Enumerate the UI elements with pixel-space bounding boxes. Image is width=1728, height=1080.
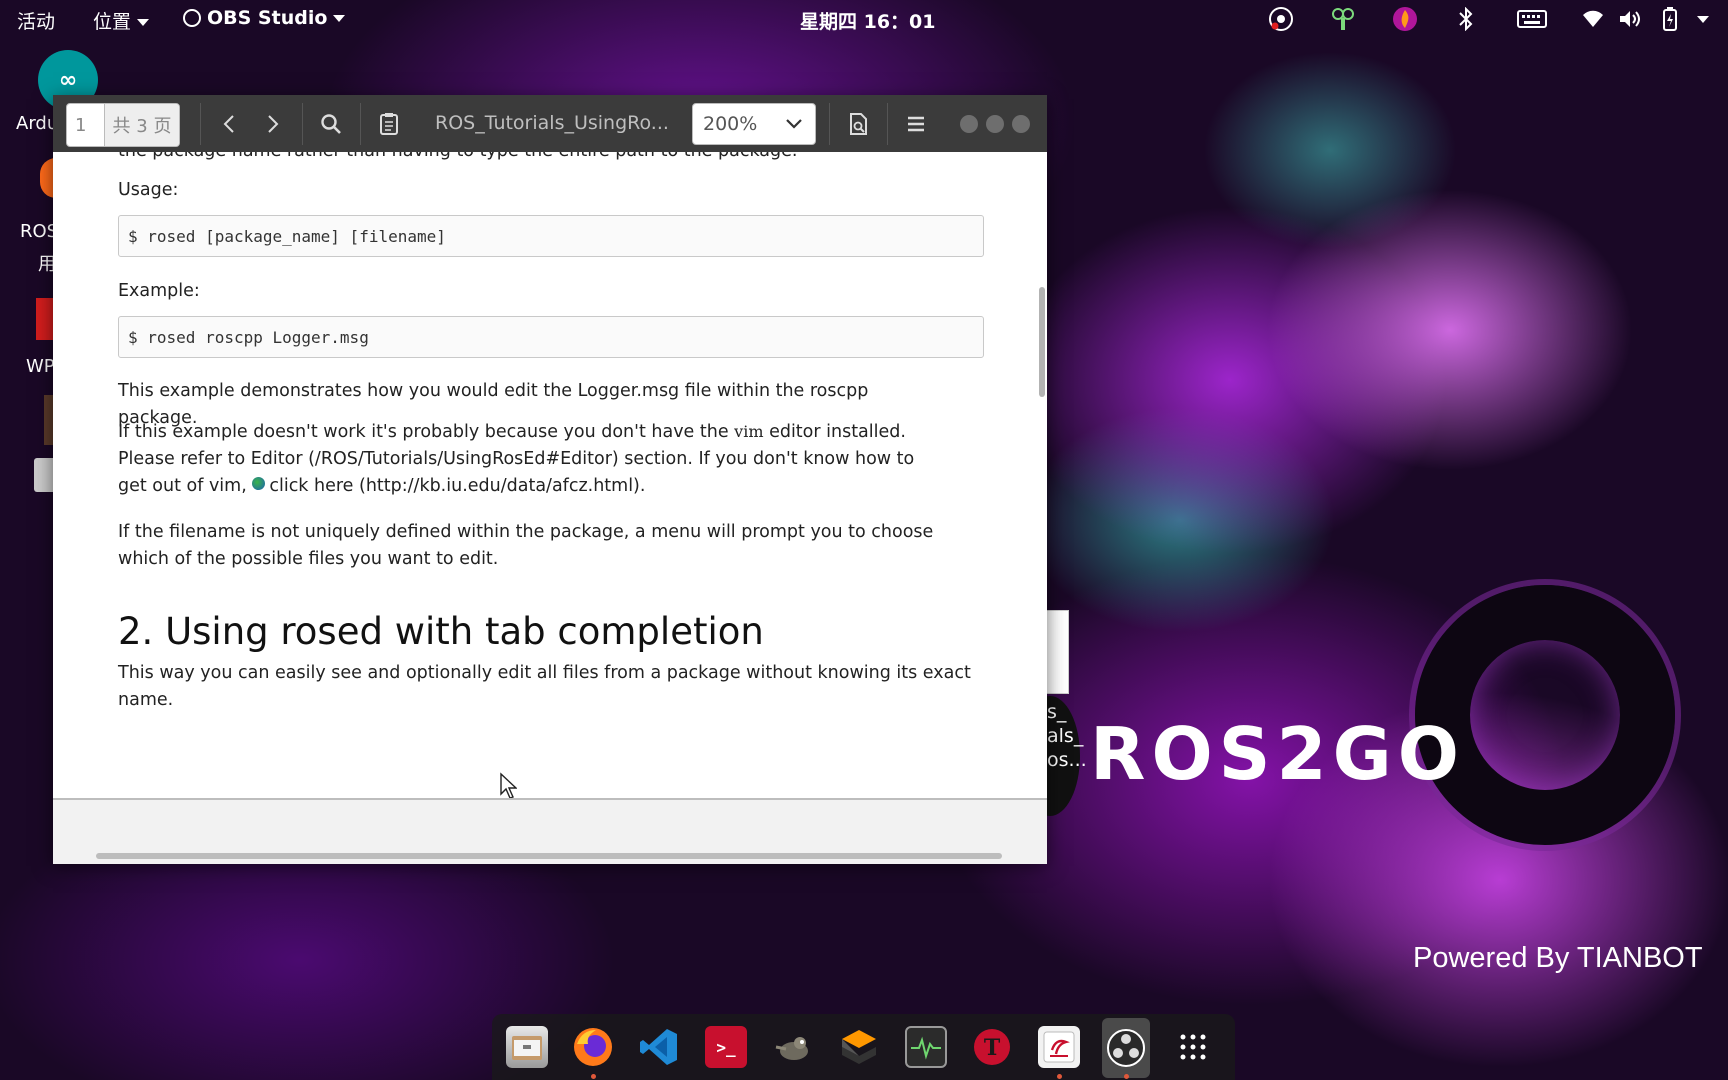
volume-icon[interactable] [1617,6,1643,32]
wps-icon[interactable] [36,298,54,340]
main-menu-button[interactable] [894,103,938,145]
zoom-value: 200% [703,113,758,135]
external-link[interactable]: click here (http://kb.iu.edu/data/afcz.h… [269,476,645,496]
example-label: Example: [118,281,200,301]
network-tray-icon[interactable] [1330,6,1356,32]
desktop-icon-label: Ardu [16,113,59,134]
page-selector[interactable]: 1 共 3 页 [66,103,180,147]
section-heading: 2. Using rosed with tab completion [118,610,764,653]
search-button[interactable] [309,103,353,145]
firefox-icon[interactable] [572,1026,614,1068]
activities-button[interactable]: 活动 [17,7,55,34]
zoom-select[interactable]: 200% [692,103,816,145]
desktop-document-icon[interactable] [34,458,54,492]
minimize-button[interactable] [960,115,978,133]
desktop-file-label: s_ als_ os... [1047,701,1087,771]
keyboard-icon[interactable] [1515,6,1549,32]
globe-icon [252,477,266,490]
chevron-left-icon [223,115,234,133]
desktop-icon-label: WP [26,356,55,377]
battery-icon[interactable] [1657,6,1683,32]
separator [360,103,361,145]
terminal-prompt-glyph: >_ [716,1037,736,1057]
annotations-button[interactable] [836,103,880,145]
horizontal-scrollbar[interactable] [96,853,1002,859]
chevron-down-icon [1697,15,1709,23]
obs-studio-icon[interactable] [1102,1018,1150,1078]
vscode-icon[interactable] [638,1026,680,1068]
page-number-input[interactable]: 1 [67,104,105,146]
system-menu[interactable] [1690,6,1716,32]
obs-icon [183,9,201,27]
paragraph: This way you can easily see and optional… [118,663,971,710]
powered-by-text: Powered By TIANBOT [1413,942,1703,974]
previous-page-button[interactable] [207,103,251,145]
header-bar: 1 共 3 页 ROS_Tutorials_UsingRo... 200% [53,95,1047,153]
bluetooth-icon[interactable] [1453,6,1479,32]
sublime-text-icon[interactable] [838,1026,880,1068]
running-indicator [1057,1074,1062,1079]
sidebar-toggle-button[interactable] [367,103,411,145]
document-title: ROS_Tutorials_UsingRo... [435,112,669,134]
app-menu-label: OBS Studio [207,7,328,29]
gimp-icon[interactable] [771,1026,813,1068]
app-menu[interactable]: OBS Studio [183,7,346,29]
next-page-button[interactable] [251,103,295,145]
system-monitor-icon[interactable] [905,1026,947,1068]
typora-icon[interactable]: T [971,1026,1013,1068]
document-viewer-window: 1 共 3 页 ROS_Tutorials_UsingRo... 200% Us… [53,95,1047,864]
maximize-button[interactable] [986,115,1004,133]
running-indicator [591,1074,596,1079]
top-bar: 活动 位置 OBS Studio 星期四 16：01 [0,0,1728,38]
grid-icon [1180,1034,1206,1060]
obs-tray-icon[interactable] [1268,6,1294,32]
file-manager-icon[interactable] [506,1026,548,1068]
document-search-icon [850,113,867,135]
separator [829,103,830,145]
hamburger-menu-icon [908,116,924,132]
chevron-down-icon [333,15,346,22]
chevron-right-icon [268,115,279,133]
mouse-cursor-icon [500,772,517,798]
wifi-icon[interactable] [1580,6,1606,32]
usage-label: Usage: [118,180,179,200]
page-total: 共 3 页 [105,104,179,146]
usage-code-block: $ rosed [package_name] [filename] [118,215,984,257]
chevron-down-icon [137,19,150,26]
separator [887,103,888,145]
separator [200,103,201,145]
brand-text: ROS2GO [1090,712,1465,796]
show-applications-button[interactable] [1172,1026,1214,1068]
dock: >_ T [492,1014,1235,1080]
close-button[interactable] [1012,115,1030,133]
separator [302,103,303,145]
vertical-scrollbar[interactable] [1039,287,1045,397]
search-icon [321,114,341,134]
fcitx-icon[interactable] [1038,1026,1080,1068]
terminal-icon[interactable]: >_ [705,1026,747,1068]
places-label: 位置 [93,11,132,33]
clock[interactable]: 星期四 16：01 [800,7,936,34]
paragraph-text: If this example doesn't work it's probab… [118,422,735,442]
paragraph: If this example doesn't work it's probab… [118,418,948,500]
flame-tray-icon[interactable] [1392,6,1418,32]
paragraph: If the filename is not uniquely defined … [118,522,934,569]
cut-off-text-line: the package name rather than having to t… [118,152,948,165]
running-indicator [1124,1074,1129,1079]
places-menu[interactable]: 位置 [93,7,150,34]
chevron-down-icon [786,119,802,129]
inline-code: vim [734,422,764,441]
document-page[interactable]: the package name rather than having to t… [53,152,1047,798]
example-code-block: $ rosed roscpp Logger.msg [118,316,984,358]
document-icon [380,113,398,135]
svg-text:T: T [984,1035,1001,1061]
